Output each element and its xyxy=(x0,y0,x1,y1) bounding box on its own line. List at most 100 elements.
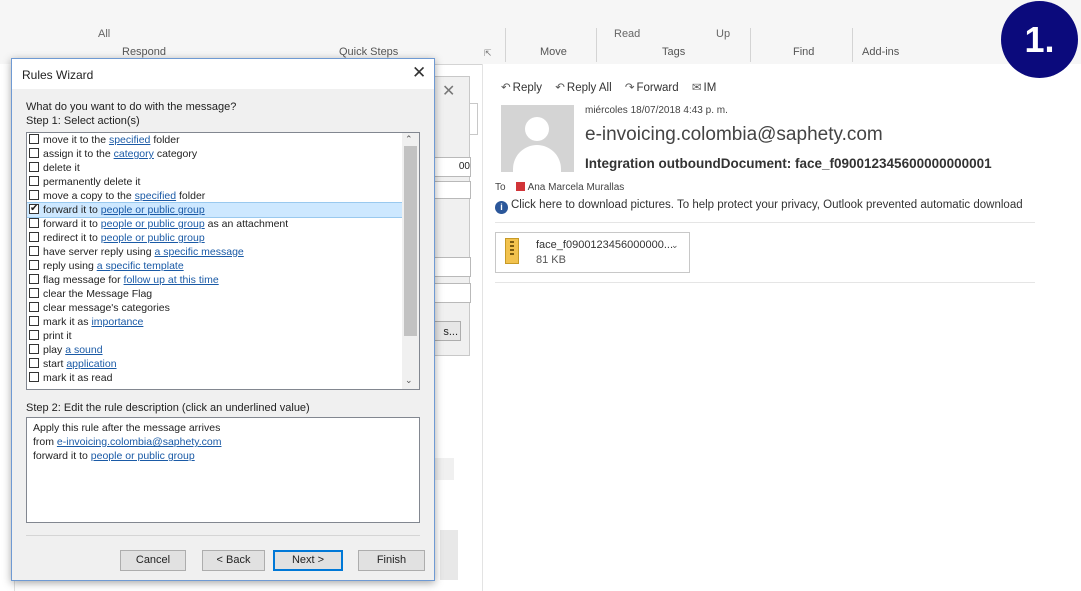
action-item[interactable]: start application xyxy=(27,357,403,371)
checkbox[interactable] xyxy=(29,260,39,270)
dialog-title: Rules Wizard xyxy=(22,68,94,82)
checkbox[interactable] xyxy=(29,344,39,354)
next-button[interactable]: Next > xyxy=(273,550,343,571)
ribbon-fragment[interactable]: Read xyxy=(614,28,640,40)
group-launcher-icon[interactable]: ⇱ xyxy=(484,48,492,59)
info-icon: i xyxy=(495,201,508,214)
dialog-divider xyxy=(26,535,420,536)
dialog-titlebar: Rules Wizard ✕ xyxy=(12,59,434,89)
action-link[interactable]: people or public group xyxy=(101,218,205,230)
ribbon: All Read Up Respond Quick Steps ⇱ Move T… xyxy=(0,0,1081,65)
checkbox[interactable] xyxy=(29,162,39,172)
action-link[interactable]: specified xyxy=(135,190,176,202)
description-line: Apply this rule after the message arrive… xyxy=(33,422,221,434)
action-label: reply using a specific template xyxy=(43,260,184,272)
action-item[interactable]: forward it to people or public group as … xyxy=(27,217,403,231)
action-link[interactable]: a specific template xyxy=(97,260,184,272)
reply-button[interactable]: ↶ Reply xyxy=(501,82,542,94)
checkbox[interactable] xyxy=(29,330,39,340)
description-link[interactable]: people or public group xyxy=(91,450,195,462)
action-item[interactable]: permanently delete it xyxy=(27,175,403,189)
action-item[interactable]: mark it as importance xyxy=(27,315,403,329)
action-item[interactable]: flag message for follow up at this time xyxy=(27,273,403,287)
close-icon[interactable]: ✕ xyxy=(442,81,455,101)
action-link[interactable]: a sound xyxy=(65,344,102,356)
action-link[interactable]: people or public group xyxy=(101,232,205,244)
description-line: forward it to people or public group xyxy=(33,450,195,462)
presence-icon xyxy=(515,182,525,191)
checkbox[interactable] xyxy=(29,246,39,256)
scroll-down-icon[interactable]: ⌄ xyxy=(405,375,413,386)
action-item[interactable]: redirect it to people or public group xyxy=(27,231,403,245)
action-link[interactable]: application xyxy=(66,358,116,370)
action-item[interactable]: clear the Message Flag xyxy=(27,287,403,301)
close-icon[interactable]: ✕ xyxy=(412,63,426,83)
background-dropdown[interactable] xyxy=(429,181,471,199)
reply-all-button[interactable]: ↶ Reply All xyxy=(555,82,611,94)
checkbox[interactable] xyxy=(29,176,39,186)
action-link[interactable]: category xyxy=(114,148,154,160)
action-link[interactable]: importance xyxy=(91,316,143,328)
action-item[interactable]: delete it xyxy=(27,161,403,175)
message-actions: ↶ Reply ↶ Reply All ↷ Forward ✉ IM xyxy=(501,80,726,94)
cancel-button[interactable]: Cancel xyxy=(120,550,186,571)
finish-button[interactable]: Finish xyxy=(358,550,425,571)
zip-file-icon xyxy=(505,238,519,264)
actions-scrollbar[interactable]: ⌃ ⌄ xyxy=(402,133,419,389)
action-item[interactable]: reply using a specific template xyxy=(27,259,403,273)
ribbon-fragment[interactable]: All xyxy=(98,28,110,40)
action-link[interactable]: specified xyxy=(109,134,150,146)
checkbox[interactable] xyxy=(29,148,39,158)
action-item[interactable]: mark it as read xyxy=(27,371,403,385)
action-link[interactable]: people or public group xyxy=(101,204,205,216)
recipient-row: To Ana Marcela Murallas xyxy=(495,182,624,193)
checkbox[interactable] xyxy=(29,190,39,200)
chevron-down-icon[interactable]: ⌄ xyxy=(671,240,679,251)
background-field[interactable] xyxy=(429,283,471,303)
scroll-thumb[interactable] xyxy=(404,146,417,336)
attachment[interactable]: face_f0900123456000000... 81 KB ⌄ xyxy=(495,232,690,273)
checkbox[interactable] xyxy=(29,274,39,284)
description-link[interactable]: e-invoicing.colombia@saphety.com xyxy=(57,436,222,448)
im-button[interactable]: ✉ IM xyxy=(692,82,716,94)
action-link[interactable]: a specific message xyxy=(154,246,243,258)
checkbox[interactable] xyxy=(29,372,39,382)
action-label: start application xyxy=(43,358,117,370)
action-item[interactable]: play a sound xyxy=(27,343,403,357)
action-item[interactable]: ✔ forward it to people or public group xyxy=(27,202,404,218)
action-item[interactable]: assign it to the category category xyxy=(27,147,403,161)
checkbox[interactable] xyxy=(29,316,39,326)
action-link[interactable]: follow up at this time xyxy=(124,274,219,286)
action-label: assign it to the category category xyxy=(43,148,198,160)
sender-address[interactable]: e-invoicing.colombia@saphety.com xyxy=(585,124,883,146)
im-icon: ✉ xyxy=(691,82,702,94)
action-label: mark it as importance xyxy=(43,316,144,328)
action-item[interactable]: clear message's categories xyxy=(27,301,403,315)
step2-label: Step 2: Edit the rule description (click… xyxy=(26,402,310,414)
checkbox[interactable] xyxy=(29,302,39,312)
background-field[interactable] xyxy=(429,257,471,277)
actions-list[interactable]: move it to the specified folder assign it… xyxy=(26,132,420,390)
checkbox[interactable] xyxy=(29,134,39,144)
recipient-name[interactable]: Ana Marcela Murallas xyxy=(528,182,625,193)
action-item[interactable]: print it xyxy=(27,329,403,343)
forward-button[interactable]: ↷ Forward xyxy=(625,82,679,94)
background-input[interactable]: 00 xyxy=(429,157,471,177)
checkbox[interactable] xyxy=(29,218,39,228)
to-label: To xyxy=(495,182,506,193)
checkbox[interactable] xyxy=(29,358,39,368)
info-text: Click here to download pictures. To help… xyxy=(511,199,1023,211)
action-item[interactable]: have server reply using a specific messa… xyxy=(27,245,403,259)
ribbon-group-quick-steps: Quick Steps xyxy=(339,46,399,58)
divider xyxy=(495,222,1035,223)
scroll-up-icon[interactable]: ⌃ xyxy=(405,134,413,145)
checkbox[interactable] xyxy=(29,232,39,242)
checkbox-checked[interactable]: ✔ xyxy=(29,204,39,214)
checkbox[interactable] xyxy=(29,288,39,298)
download-pictures-bar[interactable]: i Click here to download pictures. To hel… xyxy=(495,199,1075,214)
action-item[interactable]: move it to the specified folder xyxy=(27,133,403,147)
ribbon-fragment[interactable]: Up xyxy=(716,28,730,40)
action-item[interactable]: move a copy to the specified folder xyxy=(27,189,403,203)
back-button[interactable]: < Back xyxy=(202,550,265,571)
action-label: print it xyxy=(43,330,72,342)
